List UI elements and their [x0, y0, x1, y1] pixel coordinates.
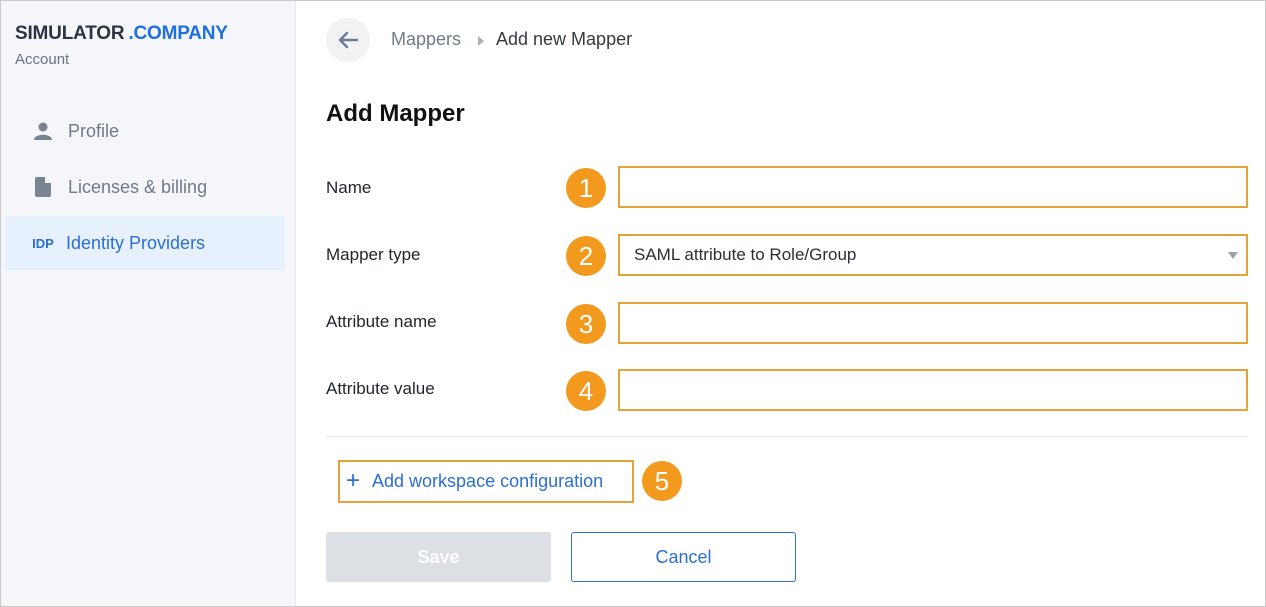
step-badge-1: 1: [566, 168, 606, 208]
sidebar-item-licenses[interactable]: Licenses & billing: [5, 160, 285, 214]
step-badge-3: 3: [566, 304, 606, 344]
brand-suffix: .COMPANY: [128, 23, 228, 44]
cancel-button[interactable]: Cancel: [571, 532, 796, 582]
sidebar-item-label: Identity Providers: [66, 232, 206, 253]
idp-icon: IDP: [32, 235, 54, 251]
breadcrumb-mappers[interactable]: Mappers: [391, 29, 461, 50]
name-input[interactable]: [618, 166, 1248, 208]
plus-icon: +: [346, 466, 361, 494]
chevron-down-icon: [1228, 252, 1238, 259]
divider: [326, 436, 1247, 437]
step-badge-2: 2: [566, 236, 606, 276]
mapper-type-value: SAML attribute to Role/Group: [634, 245, 857, 264]
mapper-type-select[interactable]: SAML attribute to Role/Group: [618, 234, 1248, 276]
step-badge-5: 5: [642, 461, 682, 501]
brand-subtitle: Account: [15, 51, 70, 68]
breadcrumb-current: Add new Mapper: [496, 29, 633, 49]
arrow-left-icon: [338, 31, 359, 49]
brand-name: SIMULATOR: [15, 23, 125, 44]
user-icon: [33, 121, 53, 141]
main-content: Mappers Add new Mapper Add Mapper Name 1…: [296, 1, 1265, 606]
breadcrumb-separator-icon: [478, 36, 484, 46]
document-icon: [33, 177, 53, 197]
sidebar-item-label: Profile: [68, 120, 120, 141]
sidebar-item-label: Licenses & billing: [68, 176, 208, 197]
step-badge-4: 4: [566, 371, 606, 411]
sidebar: SIMULATOR .COMPANY Account Profile Licens…: [1, 1, 296, 606]
mapper-type-label: Mapper type: [326, 245, 421, 264]
attribute-value-label: Attribute value: [326, 379, 435, 398]
page-title: Add Mapper: [326, 100, 465, 127]
attribute-value-input[interactable]: [618, 369, 1248, 411]
attribute-name-input[interactable]: [618, 302, 1248, 344]
add-workspace-label: Add workspace configuration: [372, 471, 604, 491]
save-button[interactable]: Save: [326, 532, 551, 582]
name-label: Name: [326, 178, 372, 197]
back-button[interactable]: [326, 18, 370, 62]
sidebar-item-profile[interactable]: Profile: [5, 104, 285, 158]
sidebar-item-identity-providers[interactable]: IDP Identity Providers: [5, 216, 285, 270]
brand-logo: SIMULATOR .COMPANY: [15, 23, 228, 45]
add-workspace-configuration-button[interactable]: + Add workspace configuration: [338, 460, 634, 503]
attribute-name-label: Attribute name: [326, 312, 437, 331]
